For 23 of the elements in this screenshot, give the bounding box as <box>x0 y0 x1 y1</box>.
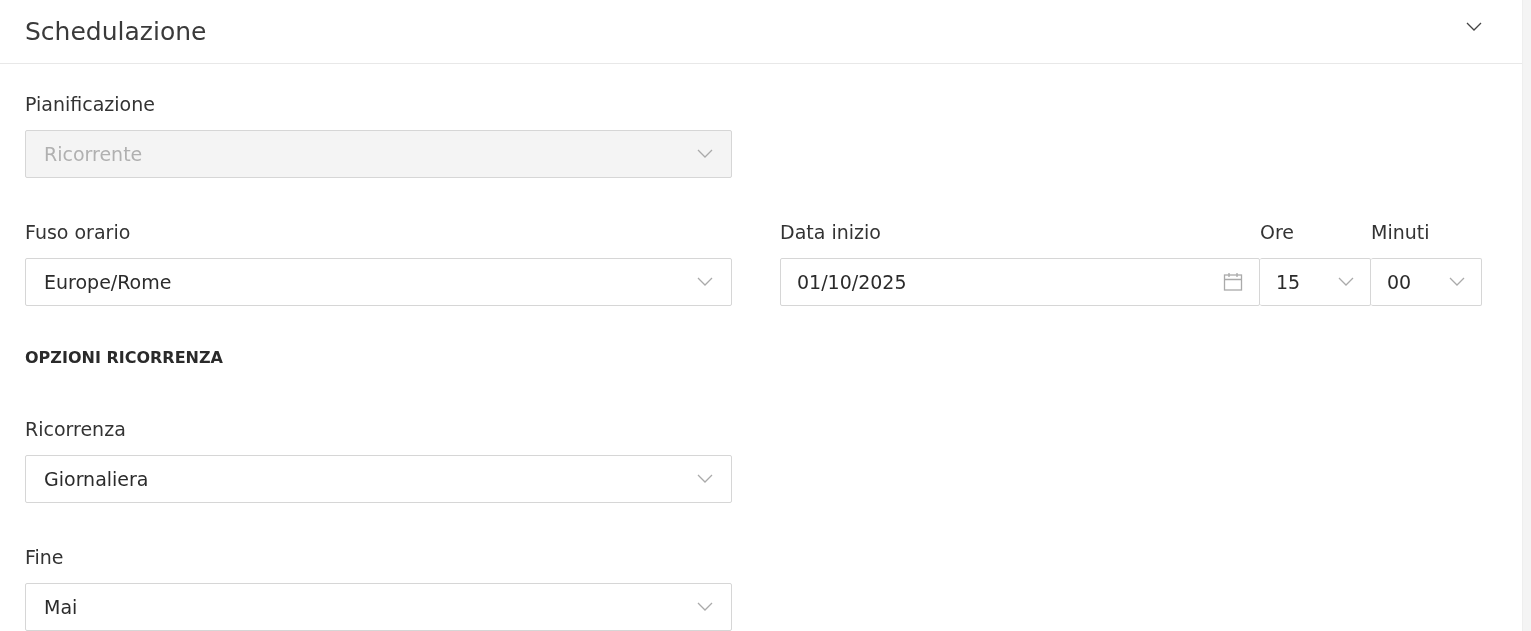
chevron-down-icon <box>1338 277 1354 287</box>
field-label: Ore <box>1260 220 1296 244</box>
chevron-down-icon <box>697 277 713 287</box>
field-label: Fine <box>25 545 65 569</box>
field-label: Minuti <box>1371 220 1431 244</box>
chevron-down-icon <box>697 602 713 612</box>
date-field[interactable]: 01/10/2025 <box>780 258 1260 306</box>
hours-select[interactable]: 15 <box>1260 258 1371 306</box>
section-title: Schedulazione <box>25 17 207 46</box>
calendar-icon <box>1223 272 1243 292</box>
chevron-down-icon <box>697 149 713 159</box>
field-label: Pianificazione <box>25 92 156 116</box>
recurrence-select[interactable]: Giornaliera <box>25 455 732 503</box>
chevron-icon <box>1466 21 1482 32</box>
section-heading: OPZIONI RICORRENZA <box>25 348 224 367</box>
minutes-select[interactable]: 00 <box>1371 258 1482 306</box>
timezone-select[interactable]: Europe/Rome <box>25 258 732 306</box>
chevron-down-icon <box>1449 277 1465 287</box>
field-label: Data inizio <box>780 220 882 244</box>
end-select[interactable]: Mai <box>25 583 732 631</box>
chevron-down-icon <box>697 474 713 484</box>
field-label: Fuso orario <box>25 220 132 244</box>
field-label: Ricorrenza <box>25 417 127 441</box>
